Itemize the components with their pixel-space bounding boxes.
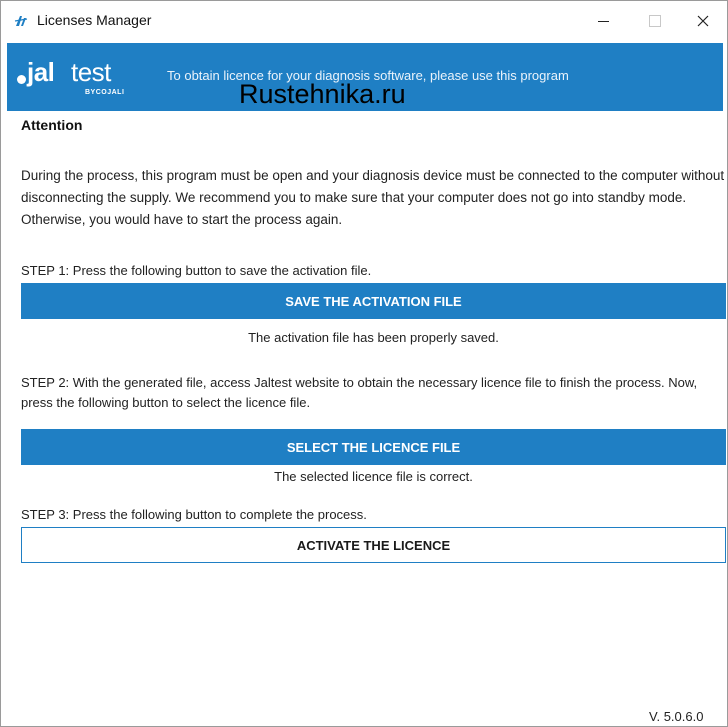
minimize-icon xyxy=(597,20,609,22)
title-bar[interactable]: Licenses Manager xyxy=(1,1,727,41)
maximize-icon xyxy=(649,15,661,27)
maximize-button[interactable] xyxy=(633,1,677,41)
step3-instruction: STEP 3: Press the following button to co… xyxy=(21,507,367,522)
select-licence-file-button[interactable]: SELECT THE LICENCE FILE xyxy=(21,429,726,465)
activate-licence-button[interactable]: ACTIVATE THE LICENCE xyxy=(21,527,726,563)
window-title: Licenses Manager xyxy=(37,12,152,28)
header-banner: jal test BYCOJALI To obtain licence for … xyxy=(7,43,723,111)
step1-status: The activation file has been properly sa… xyxy=(248,330,499,345)
jaltest-app-icon xyxy=(14,16,28,26)
step1-instruction: STEP 1: Press the following button to sa… xyxy=(21,263,372,278)
logo-by-text: BYCOJALI xyxy=(85,89,125,96)
close-button[interactable] xyxy=(681,1,725,41)
version-label: V. 5.0.6.0 xyxy=(649,709,704,724)
step2-instruction: STEP 2: With the generated file, access … xyxy=(21,375,698,410)
logo-dot xyxy=(17,75,26,84)
step2-status: The selected licence file is correct. xyxy=(274,469,473,484)
watermark-text: Rustehnika.ru xyxy=(239,79,406,109)
logo-test-text: test xyxy=(71,57,111,87)
licenses-manager-window: Licenses Manager jal test BYCOJALI To ob… xyxy=(0,0,728,727)
logo-jal-text: jal xyxy=(27,57,55,87)
close-icon xyxy=(697,15,709,27)
jaltest-logo: jal test BYCOJALI xyxy=(15,57,147,101)
save-activation-file-button[interactable]: SAVE THE ACTIVATION FILE xyxy=(21,283,726,319)
attention-paragraph: During the process, this program must be… xyxy=(21,168,725,227)
minimize-button[interactable] xyxy=(581,1,625,41)
attention-heading: Attention xyxy=(21,117,83,133)
